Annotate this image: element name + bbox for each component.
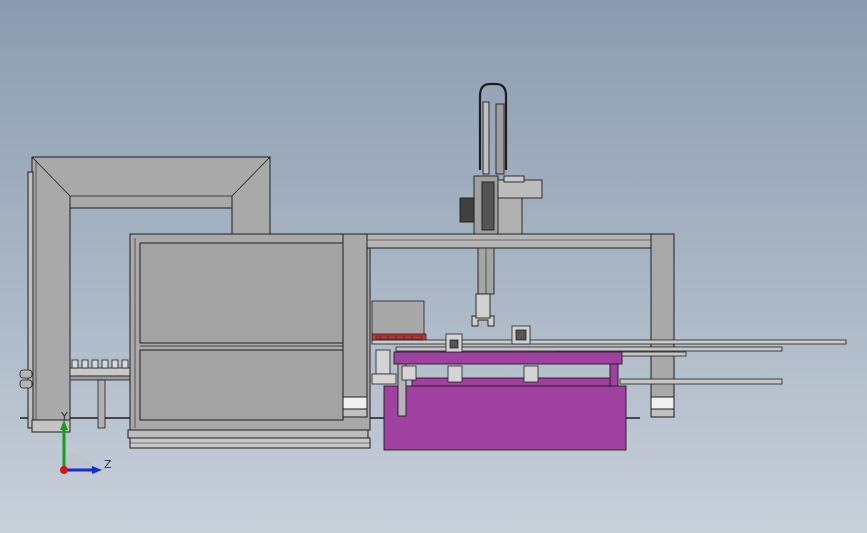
outfeed-rails[interactable] [371,300,847,385]
cad-viewport[interactable]: Y Z [0,0,867,533]
z-axis-arrow [92,466,102,474]
bottle-row [71,359,129,369]
triad-disk [64,453,96,470]
coordinate-triad: Y Z [60,410,112,474]
machine-assembly-model[interactable] [0,0,867,533]
indexing-table[interactable] [383,351,627,451]
pick-robot[interactable] [459,82,543,327]
chain-detail [375,335,423,340]
z-axis-label: Z [104,458,112,471]
y-axis-label: Y [60,410,68,423]
main-cabinet[interactable] [127,233,371,449]
x-axis-dot [60,466,68,474]
